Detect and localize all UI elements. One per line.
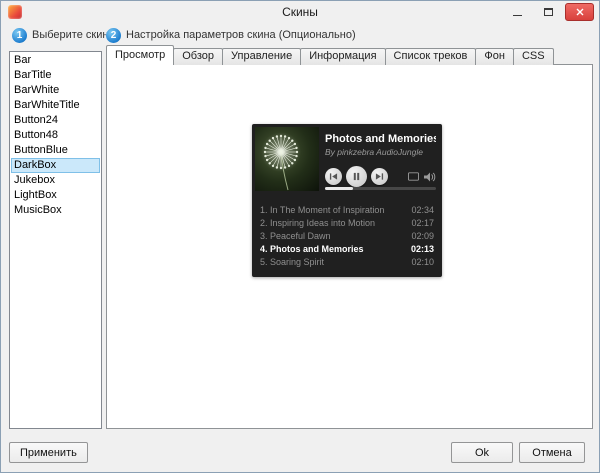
next-button[interactable] [371, 168, 388, 185]
progress-bar[interactable] [325, 187, 436, 190]
skin-item-musicbox[interactable]: MusicBox [11, 203, 100, 218]
tab-bar: ПросмотрОбзорУправлениеИнформацияСписок … [106, 45, 553, 65]
track-list: 1. In The Moment of Inspiration02:342. I… [260, 203, 434, 268]
volume-icon [424, 172, 436, 182]
dandelion-image [255, 127, 319, 191]
track-title: 3. Peaceful Dawn [260, 231, 405, 241]
skin-item-darkbox[interactable]: DarkBox [11, 158, 100, 173]
skin-item-button48[interactable]: Button48 [11, 128, 100, 143]
track-row[interactable]: 4. Photos and Memories 02:13 [260, 242, 434, 255]
track-row[interactable]: 3. Peaceful Dawn 02:09 [260, 229, 434, 242]
player-track-title: Photos and Memories [325, 133, 436, 145]
step-1-label: Выберите скин [32, 29, 108, 41]
track-title: 2. Inspiring Ideas into Motion [260, 218, 405, 228]
previous-icon [329, 172, 338, 181]
tab-information[interactable]: Информация [300, 48, 385, 65]
progress-fill [325, 187, 353, 190]
skin-list: BarBarTitleBarWhiteBarWhiteTitleButton24… [9, 51, 102, 429]
minimize-button[interactable] [503, 3, 532, 21]
skin-item-barwhite[interactable]: BarWhite [11, 83, 100, 98]
tab-background[interactable]: Фон [475, 48, 514, 65]
track-title: 1. In The Moment of Inspiration [260, 205, 405, 215]
maximize-icon [544, 8, 553, 16]
skin-item-button24[interactable]: Button24 [11, 113, 100, 128]
cancel-button[interactable]: Отмена [519, 442, 585, 463]
titlebar[interactable]: Скины [1, 1, 599, 23]
track-row[interactable]: 1. In The Moment of Inspiration 02:34 [260, 203, 434, 216]
window-controls [503, 3, 594, 21]
minimize-icon [513, 13, 522, 16]
apply-button[interactable]: Применить [9, 442, 88, 463]
tab-controls[interactable]: Управление [222, 48, 301, 65]
skin-item-barwhitetitle[interactable]: BarWhiteTitle [11, 98, 100, 113]
previous-button[interactable] [325, 168, 342, 185]
preview-panel: Photos and Memories By pinkzebra AudioJu… [106, 64, 593, 429]
track-row[interactable]: 2. Inspiring Ideas into Motion 02:17 [260, 216, 434, 229]
tab-browse[interactable]: Обзор [173, 48, 223, 65]
next-icon [375, 172, 384, 181]
player-widget: Photos and Memories By pinkzebra AudioJu… [252, 124, 442, 277]
skin-item-buttonblue[interactable]: ButtonBlue [11, 143, 100, 158]
track-duration: 02:34 [411, 205, 434, 215]
close-icon [575, 7, 585, 17]
maximize-button[interactable] [534, 3, 563, 21]
pause-button[interactable] [346, 166, 367, 187]
display-icon [408, 172, 419, 181]
step-1-icon: 1 [12, 28, 27, 43]
volume-button[interactable] [424, 172, 436, 182]
step-2-icon: 2 [106, 28, 121, 43]
track-duration: 02:09 [411, 231, 434, 241]
album-art [255, 127, 319, 191]
step-2-label: Настройка параметров скина (Опционально) [126, 29, 356, 41]
player-header: Photos and Memories By pinkzebra AudioJu… [325, 133, 436, 187]
track-duration: 02:10 [411, 257, 434, 267]
track-duration: 02:13 [411, 244, 434, 254]
skin-item-bartitle[interactable]: BarTitle [11, 68, 100, 83]
track-duration: 02:17 [411, 218, 434, 228]
close-button[interactable] [565, 3, 594, 21]
skin-item-jukebox[interactable]: Jukebox [11, 173, 100, 188]
player-artist: By pinkzebra AudioJungle [325, 147, 436, 157]
skin-item-bar[interactable]: Bar [11, 53, 100, 68]
player-controls [325, 166, 436, 187]
step-choose-skin: 1 Выберите скин [12, 27, 108, 43]
display-toggle-button[interactable] [408, 172, 419, 181]
skin-item-lightbox[interactable]: LightBox [11, 188, 100, 203]
track-row[interactable]: 5. Soaring Spirit 02:10 [260, 255, 434, 268]
tab-track-list[interactable]: Список треков [385, 48, 477, 65]
track-title: 5. Soaring Spirit [260, 257, 405, 267]
pause-icon [352, 172, 361, 181]
skins-window: Скины 1 Выберите скин 2 Настройка параме… [0, 0, 600, 473]
ok-button[interactable]: Ok [451, 442, 513, 463]
tab-css[interactable]: CSS [513, 48, 554, 65]
track-title: 4. Photos and Memories [260, 244, 405, 254]
step-configure-skin: 2 Настройка параметров скина (Опциональн… [106, 27, 356, 43]
tab-preview[interactable]: Просмотр [106, 45, 174, 65]
